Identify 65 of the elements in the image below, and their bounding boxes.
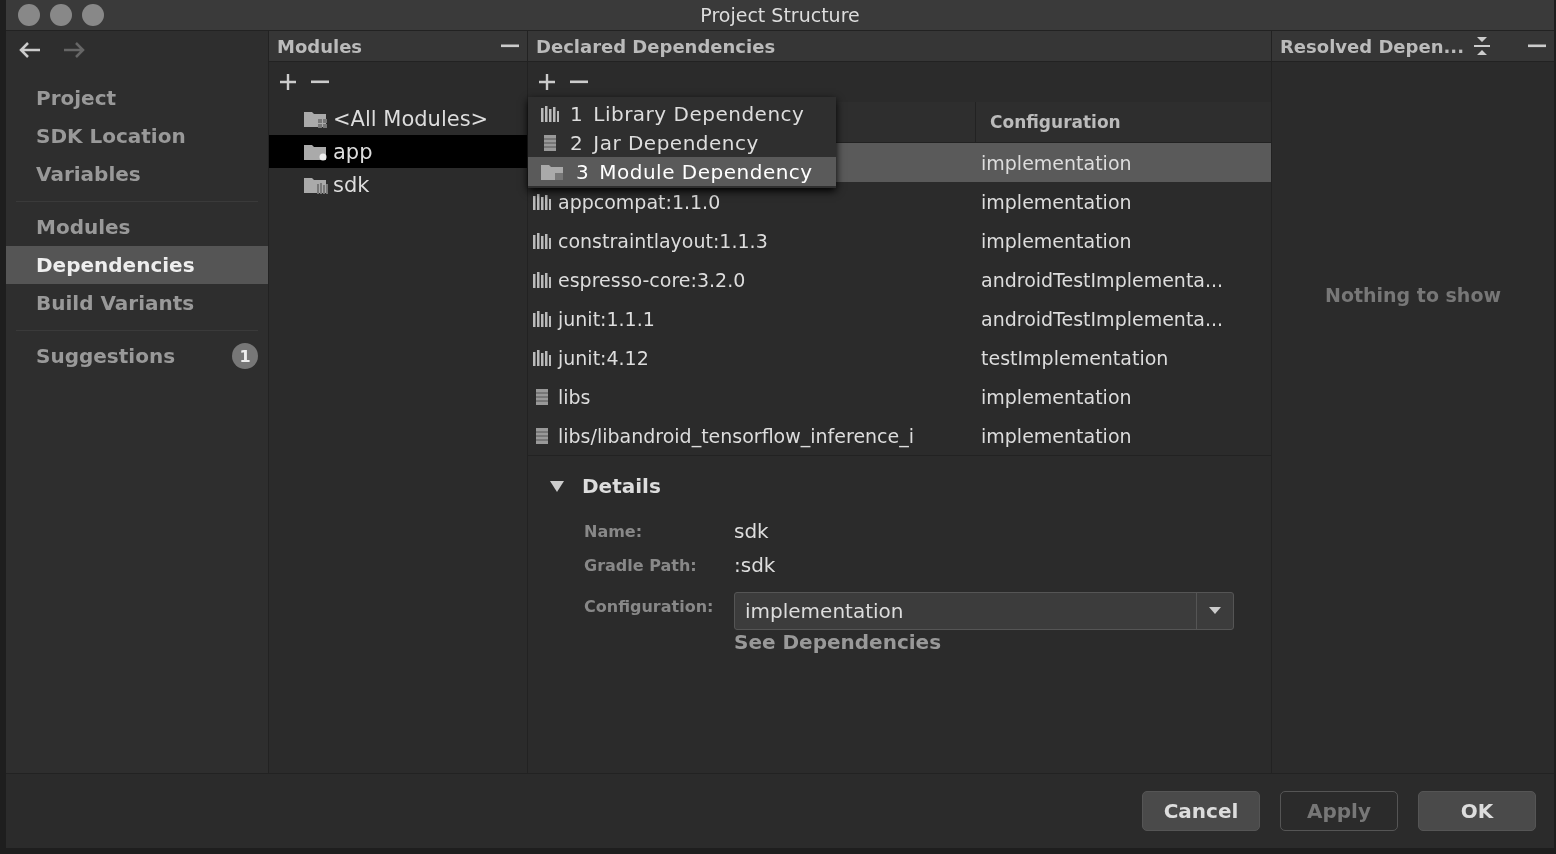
configuration-cell-text: androidTestImplementa...: [980, 268, 1224, 291]
column-header[interactable]: Configuration: [976, 102, 1121, 142]
sidebar-item[interactable]: Build Variants: [6, 284, 268, 322]
dependency-name: libs: [558, 385, 591, 408]
remove-icon[interactable]: [501, 44, 519, 48]
panel-title: Modules: [277, 35, 363, 57]
library-icon: [532, 348, 552, 367]
configuration-cell-text: implementation: [980, 424, 1132, 447]
module-item[interactable]: sdk: [333, 172, 370, 197]
sidebar-item[interactable]: Dependencies: [6, 246, 268, 284]
empty-message: Nothing to show: [1325, 284, 1501, 308]
menu-item[interactable]: 1 Library Dependency: [528, 99, 836, 128]
library-icon: [532, 309, 552, 328]
remove-icon[interactable]: [1528, 44, 1546, 48]
section-title: Details: [582, 474, 661, 498]
library-icon: [540, 104, 560, 123]
sidebar-item[interactable]: Variables: [6, 155, 268, 193]
configuration-cell-text: testImplementation: [980, 346, 1169, 369]
library-icon: [532, 231, 552, 250]
dependency-name: junit:1.1.1: [558, 307, 655, 330]
library-icon: [532, 270, 552, 289]
panel-title: Resolved Depen...: [1280, 35, 1464, 57]
dialog-button[interactable]: OK: [1418, 791, 1536, 831]
expand-caret-icon[interactable]: [550, 479, 564, 493]
dropdown-arrow-icon: [1209, 607, 1221, 615]
window-control[interactable]: [18, 4, 40, 26]
dependency-name: appcompat:1.1.0: [558, 190, 721, 213]
sidebar-item[interactable]: Suggestions 1: [6, 337, 268, 375]
module-item[interactable]: app: [333, 139, 373, 164]
sidebar-item[interactable]: Project: [6, 79, 268, 117]
remove-icon[interactable]: [570, 80, 588, 84]
back-arrow-icon[interactable]: [18, 41, 42, 59]
configuration-dropdown[interactable]: implementation: [734, 592, 1234, 630]
field-label: Gradle Path:: [584, 555, 698, 575]
forward-arrow-icon[interactable]: [62, 41, 86, 59]
panel-title: Declared Dependencies: [536, 35, 776, 57]
dependency-name: espresso-core:3.2.0: [558, 268, 746, 291]
window-title: Project Structure: [700, 4, 860, 26]
count-badge: 1: [232, 343, 258, 369]
field-label: Name:: [584, 521, 644, 541]
configuration-cell-text: implementation: [980, 190, 1132, 213]
remove-icon[interactable]: [311, 80, 329, 84]
configuration-cell-text: androidTestImplementa...: [980, 307, 1224, 330]
field-label: Configuration:: [584, 596, 715, 616]
field-value: sdk: [734, 519, 770, 543]
configuration-cell-text: implementation: [980, 151, 1132, 174]
add-icon[interactable]: [538, 73, 556, 91]
menu-item[interactable]: 2 Jar Dependency: [528, 128, 836, 157]
dependency-name: libs/libandroid_tensorflow_inference_i: [558, 424, 915, 447]
dependency-name: constraintlayout:1.1.3: [558, 229, 768, 252]
configuration-cell-text: implementation: [980, 229, 1132, 252]
collapse-icon[interactable]: [1472, 36, 1492, 56]
window-control[interactable]: [50, 4, 72, 26]
configuration-cell-text: implementation: [980, 385, 1132, 408]
module-item[interactable]: <All Modules>: [333, 106, 489, 131]
sidebar-item[interactable]: SDK Location: [6, 117, 268, 155]
menu-item[interactable]: 3 Module Dependency: [528, 157, 836, 186]
library-icon: [532, 192, 552, 211]
see-dependencies-link[interactable]: See Dependencies: [734, 630, 1249, 654]
field-value: :sdk: [734, 553, 777, 577]
window-control[interactable]: [82, 4, 104, 26]
sidebar-item[interactable]: Modules: [6, 208, 268, 246]
dialog-button[interactable]: Cancel: [1142, 791, 1260, 831]
dependency-name: junit:4.12: [558, 346, 649, 369]
add-icon[interactable]: [279, 73, 297, 91]
